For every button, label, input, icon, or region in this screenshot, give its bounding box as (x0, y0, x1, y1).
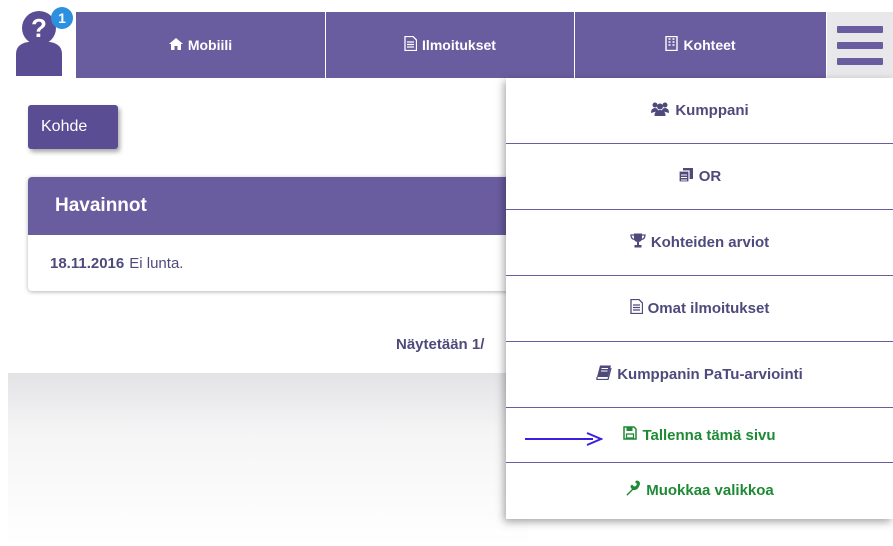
help-avatar-logo[interactable]: ? 1 (10, 6, 76, 76)
menu-item-or[interactable]: OR (506, 144, 893, 210)
observation-date: 18.11.2016 (50, 254, 125, 272)
menu-item-label: Muokkaa valikkoa (646, 481, 774, 499)
pointer-arrow-annotation (525, 432, 603, 446)
svg-text:?: ? (31, 13, 47, 43)
nav-ilmoitukset[interactable]: Ilmoitukset (326, 12, 574, 78)
menu-item-label: Kohteiden arviot (650, 234, 770, 251)
menu-item-kohteiden-arviot[interactable]: Kohteiden arviot (506, 210, 893, 276)
nav-ilmoitukset-label: Ilmoitukset (422, 37, 496, 53)
nav-kohteet[interactable]: Kohteet (575, 12, 826, 78)
menu-item-kumppani[interactable]: Kumppani (506, 78, 893, 144)
menu-item-patu-arviointi[interactable]: Kumppanin PaTu-arviointi (506, 342, 893, 408)
panel-title: Havainnot (28, 177, 548, 235)
observation-row: 18.11.2016 Ei lunta. (28, 235, 548, 291)
document-icon (629, 298, 643, 318)
nav-kohteet-label: Kohteet (683, 37, 736, 53)
book-icon (596, 365, 612, 384)
trophy-icon (630, 233, 646, 252)
hamburger-menu-icon[interactable] (827, 12, 893, 78)
kohde-button[interactable]: Kohde (28, 105, 118, 149)
document-icon (404, 35, 418, 54)
menu-item-label: Kumppanin PaTu-arviointi (617, 366, 803, 383)
nav-mobiili[interactable]: Mobiili (76, 12, 325, 78)
menu-item-label: Omat ilmoitukset (647, 300, 770, 317)
users-icon (650, 102, 670, 120)
pagination-status: Näytetään 1/ (396, 336, 485, 353)
menu-item-omat-ilmoitukset[interactable]: Omat ilmoitukset (506, 276, 893, 342)
havainnot-panel: Havainnot 18.11.2016 Ei lunta. (28, 177, 548, 291)
background-band (8, 373, 528, 546)
copy-icon (678, 167, 694, 187)
menu-item-label: Kumppani (675, 102, 749, 119)
menu-item-muokkaa-valikkoa[interactable]: Muokkaa valikkoa (506, 463, 893, 517)
menu-item-label: OR (698, 168, 722, 185)
top-navigation: ? 1 Mobiili Ilmoitukset Kohteet (0, 0, 893, 78)
dropdown-menu: Kumppani OR Kohteiden arviot Omat ilmoit… (506, 78, 893, 519)
save-icon (623, 426, 638, 444)
nav-mobiili-label: Mobiili (187, 37, 233, 53)
wrench-icon (625, 480, 641, 500)
menu-item-label: Tallenna tämä sivu (642, 426, 776, 444)
home-icon (168, 37, 183, 53)
building-icon (665, 35, 679, 54)
observation-text: Ei lunta. (129, 254, 184, 272)
notification-badge: 1 (58, 10, 66, 26)
